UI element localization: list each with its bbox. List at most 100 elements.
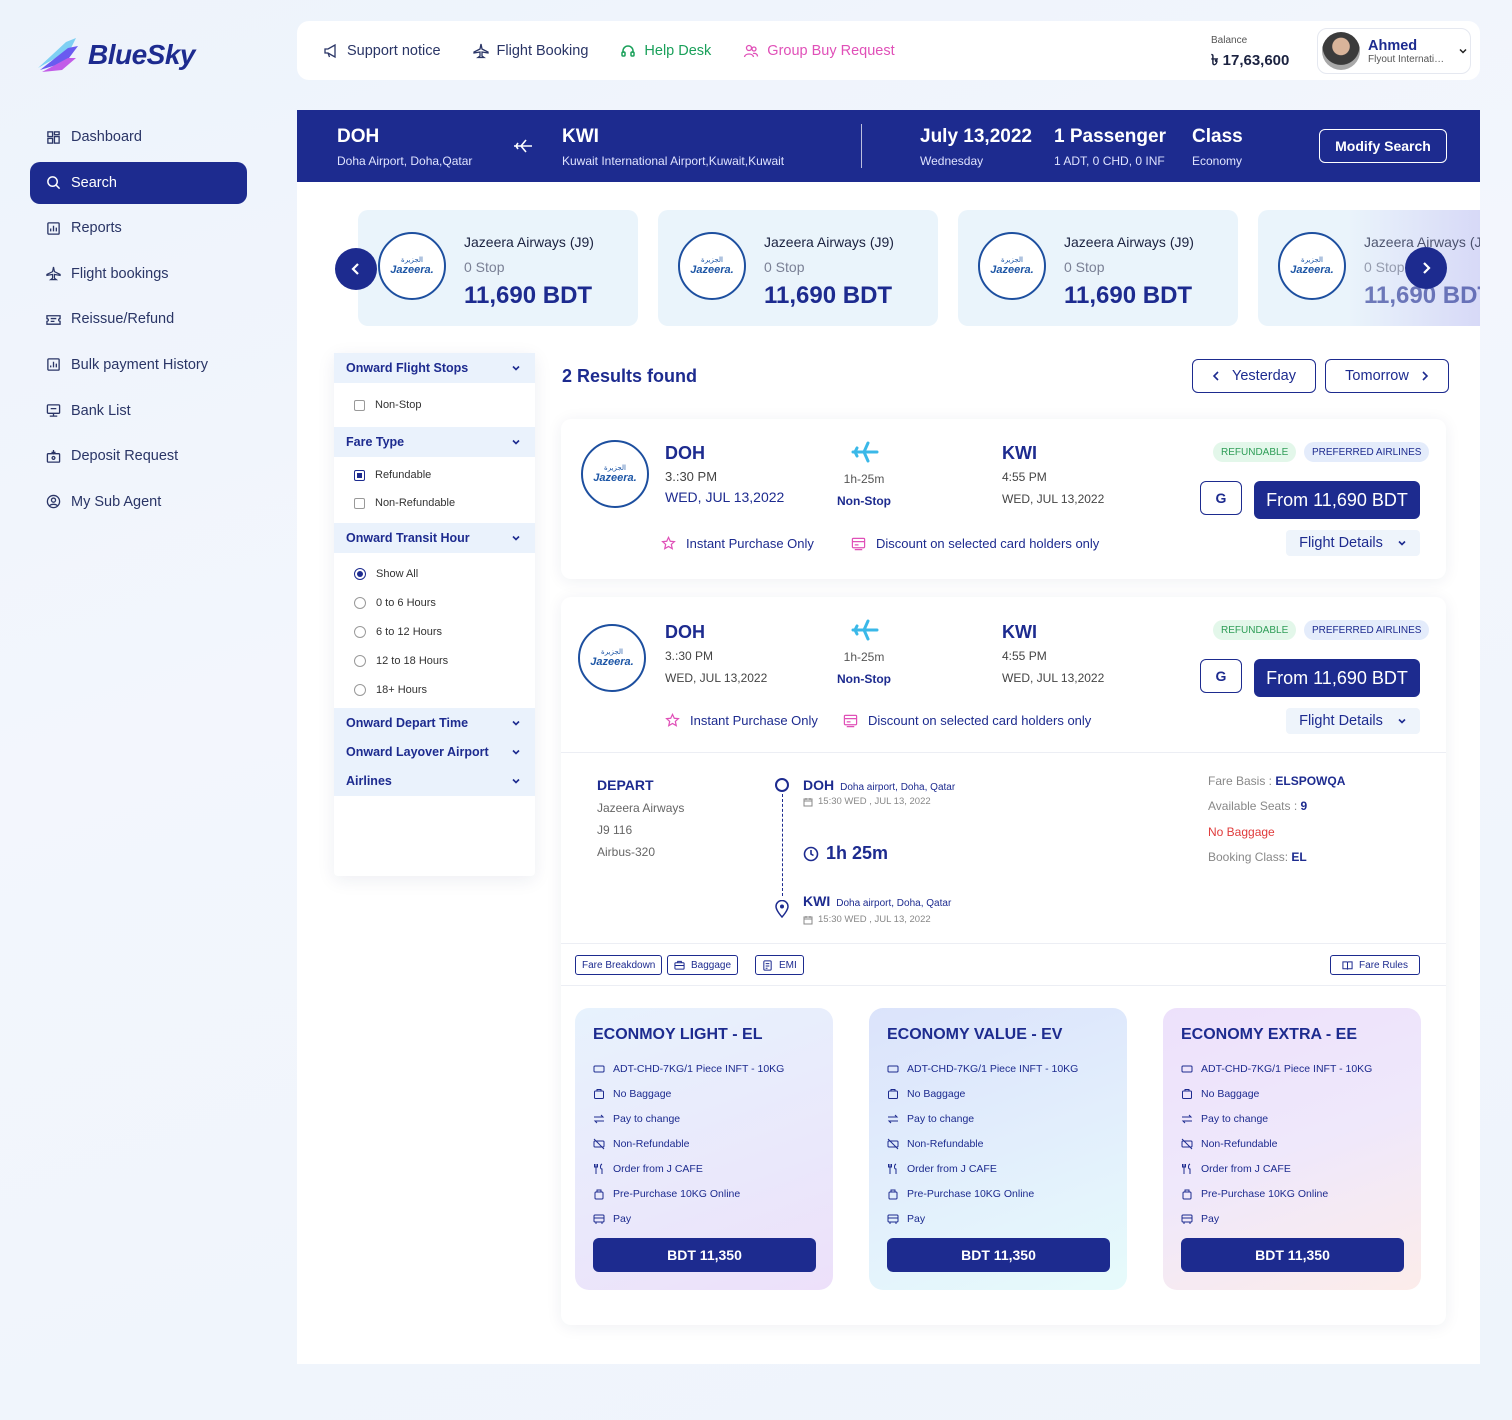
radio-option[interactable]: 6 to 12 Hours [334, 617, 535, 646]
filter-option-nonrefundable[interactable]: Non-Refundable [334, 489, 535, 517]
user-company: Flyout International [1368, 53, 1448, 65]
feature-item: Pay [887, 1206, 1078, 1231]
booking-class-value: EL [1291, 850, 1307, 864]
yesterday-button[interactable]: Yesterday [1192, 359, 1316, 393]
fare-title: ECONOMY VALUE - EV [887, 1026, 1063, 1043]
radio-option[interactable]: 12 to 18 Hours [334, 646, 535, 675]
tab-fare-breakdown[interactable]: Fare Breakdown [575, 955, 663, 975]
sidebar-item-reports[interactable]: Reports [30, 207, 247, 249]
airline-card[interactable]: الجزيرةJazeera. Jazeera Airways (J9) 0 S… [658, 210, 938, 326]
airline-card[interactable]: الجزيرةJazeera. Jazeera Airways (J9) 0 S… [358, 210, 638, 326]
gds-button[interactable]: G [1200, 659, 1242, 693]
duration: 1h-25m [843, 650, 885, 664]
feature-item: Order from J CAFE [887, 1156, 1078, 1181]
fare-select-button[interactable]: BDT 11,350 [1181, 1238, 1404, 1272]
feature-item: No Baggage [593, 1081, 784, 1106]
tab-emi[interactable]: EMI [755, 955, 804, 975]
chevron-left-icon [351, 263, 359, 275]
support-notice-label: Support notice [347, 42, 441, 59]
sidebar-item-dashboard[interactable]: Dashboard [30, 116, 247, 158]
duration-info: 1h-25m Non-Stop [831, 472, 897, 508]
arrival-code: KWI [1002, 622, 1037, 642]
modify-search-button[interactable]: Modify Search [1319, 129, 1447, 163]
option-label: 6 to 12 Hours [376, 625, 443, 638]
tomorrow-button[interactable]: Tomorrow [1325, 359, 1449, 393]
airline-card[interactable]: الجزيرةJazeera. Jazeera Airways (J9) 0 S… [958, 210, 1238, 326]
sidebar-item-my-sub-agent[interactable]: My Sub Agent [30, 481, 247, 523]
fare-rules-button[interactable]: Fare Rules [1330, 955, 1420, 975]
luggage-icon [1181, 1065, 1193, 1072]
group-icon [744, 44, 759, 57]
checkbox[interactable] [354, 469, 365, 481]
feature-item: Pre-Purchase 10KG Online [593, 1181, 784, 1206]
bag-icon [594, 1088, 604, 1099]
filter-depart-header[interactable]: Onward Depart Time [334, 708, 535, 738]
radio-option[interactable]: 0 to 6 Hours [334, 588, 535, 617]
group-buy-request-link[interactable]: Group Buy Request [743, 42, 895, 59]
no-money-icon [1181, 1138, 1193, 1149]
flight-booking-link[interactable]: Flight Booking [472, 43, 588, 59]
price: 11,690 BDT [764, 282, 893, 309]
arrival-time: 4:55 PM [1002, 470, 1047, 484]
yesterday-label: Yesterday [1232, 368, 1296, 384]
group-buy-request-label: Group Buy Request [767, 42, 895, 59]
sidebar-item-search[interactable]: Search [30, 161, 247, 204]
radio[interactable] [354, 683, 366, 696]
app-name: BlueSky [88, 39, 196, 70]
flight-details-button[interactable]: Flight Details [1286, 530, 1420, 556]
support-notice-link[interactable]: Support notice [323, 43, 441, 59]
chart-icon [47, 358, 60, 372]
sidebar-item-deposit-request[interactable]: Deposit Request [30, 435, 247, 477]
radio[interactable] [354, 625, 366, 638]
sidebar-item-bank-list[interactable]: Bank List [30, 390, 247, 432]
swap-icon [593, 1114, 605, 1123]
app-logo[interactable]: BlueSky [36, 36, 196, 74]
filter-option-refundable[interactable]: Refundable [334, 461, 535, 489]
sidebar-item-reissue-refund[interactable]: Reissue/Refund [30, 298, 247, 340]
radio[interactable] [354, 596, 366, 609]
select-fare-button[interactable]: From 11,690 BDT [1254, 481, 1420, 519]
sidebar-item-label: Dashboard [71, 129, 142, 145]
feature-label: Pre-Purchase 10KG Online [1201, 1187, 1329, 1200]
fare-card-extra: ECONOMY EXTRA - EE ADT-CHD-7KG/1 Piece I… [1163, 1008, 1421, 1290]
passenger-count: 1 Passenger [1054, 126, 1166, 147]
filter-transit-header[interactable]: Onward Transit Hour [334, 523, 535, 553]
chevron-down-icon [1398, 718, 1406, 724]
route-line [782, 794, 783, 896]
checkbox[interactable] [354, 497, 365, 509]
tab-baggage[interactable]: Baggage [667, 955, 739, 975]
radio-option[interactable]: Show All [334, 559, 535, 588]
origin-marker [775, 778, 789, 792]
gds-button[interactable]: G [1200, 481, 1242, 515]
select-fare-button[interactable]: From 11,690 BDT [1254, 659, 1420, 697]
filter-airlines-header[interactable]: Airlines [334, 766, 535, 796]
carousel-prev-button[interactable] [335, 248, 377, 290]
filter-layover-header[interactable]: Onward Layover Airport [334, 737, 535, 767]
filter-option-nonstop[interactable]: Non-Stop [334, 383, 535, 427]
radio-option[interactable]: 18+ Hours [334, 675, 535, 704]
checkbox[interactable] [354, 399, 365, 411]
feature-label: Order from J CAFE [907, 1162, 997, 1175]
search-to: KWI Kuwait International Airport,Kuwait,… [562, 126, 784, 168]
filter-stops-header[interactable]: Onward Flight Stops [334, 353, 535, 383]
sidebar-item-bulk-payment-history[interactable]: Bulk payment History [30, 344, 247, 386]
search-icon [47, 176, 61, 190]
help-desk-link[interactable]: Help Desk [620, 43, 711, 59]
feature-label: No Baggage [907, 1087, 966, 1100]
search-from: DOH Doha Airport, Doha,Qatar [337, 126, 472, 168]
flight-details-button[interactable]: Flight Details [1286, 708, 1420, 734]
sidebar-item-label: My Sub Agent [71, 493, 162, 510]
carousel-next-button[interactable] [1405, 247, 1447, 289]
dashboard-icon [47, 130, 60, 144]
fare-select-button[interactable]: BDT 11,350 [887, 1238, 1110, 1272]
top-bar: Support notice Flight Booking Help Desk … [297, 21, 1480, 80]
filter-fare-header[interactable]: Fare Type [334, 427, 535, 457]
sidebar-item-flight-bookings[interactable]: Flight bookings [30, 253, 247, 295]
user-menu[interactable]: Ahmed Flyout International [1317, 28, 1471, 74]
radio[interactable] [354, 654, 366, 667]
radio[interactable] [354, 567, 366, 580]
feature-item: Non-Refundable [1181, 1131, 1372, 1156]
fare-select-button[interactable]: BDT 11,350 [593, 1238, 816, 1272]
ticket-icon [46, 314, 61, 325]
tab-label: EMI [779, 959, 797, 971]
